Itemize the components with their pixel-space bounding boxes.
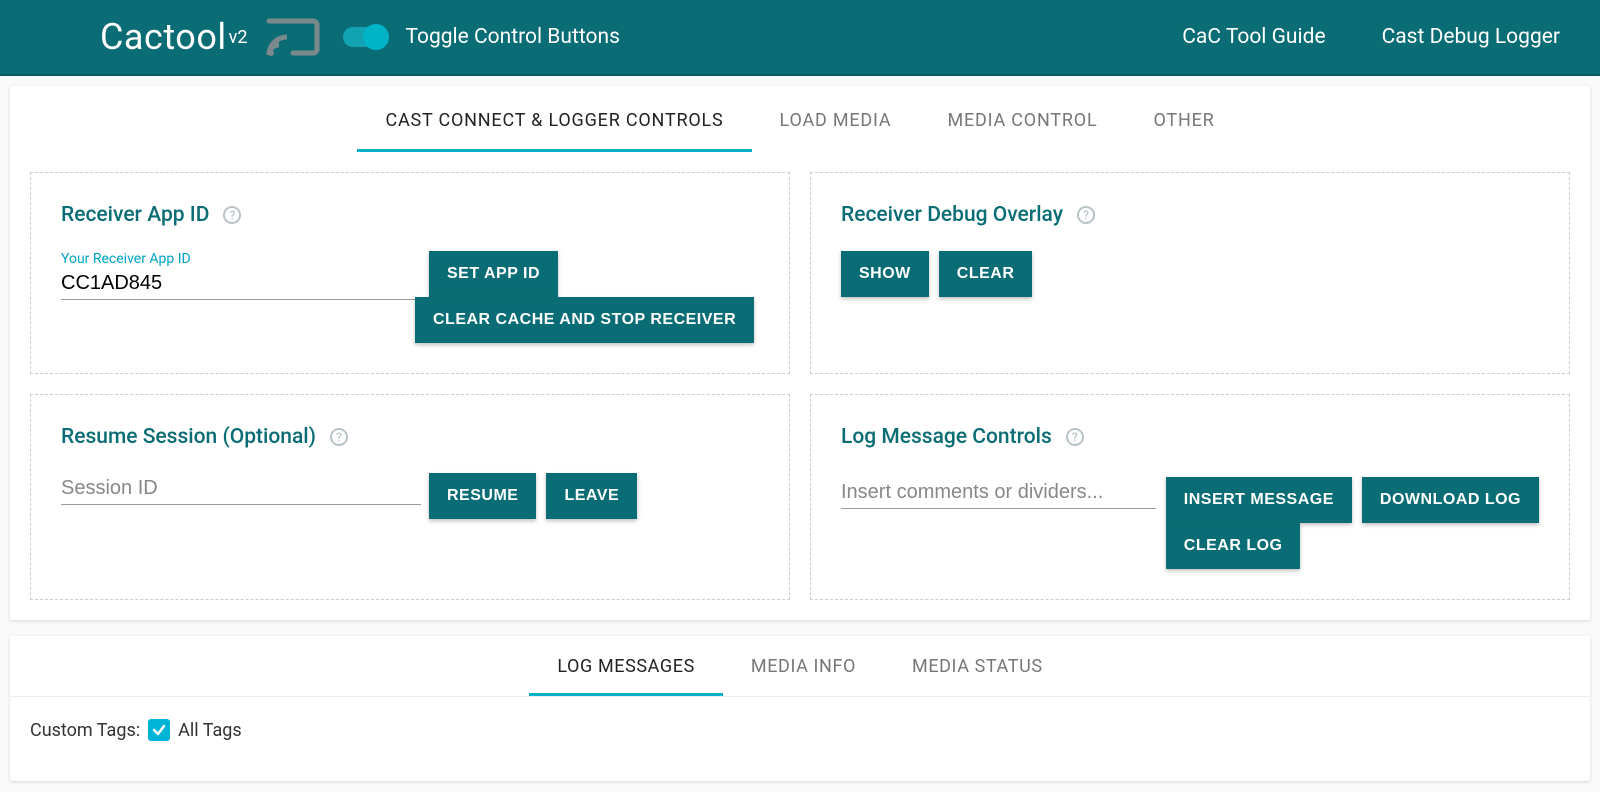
log-tabs: LOG MESSAGES MEDIA INFO MEDIA STATUS xyxy=(10,636,1590,697)
tab-media-control[interactable]: MEDIA CONTROL xyxy=(919,86,1125,152)
log-controls-title: Log Message Controls xyxy=(841,425,1052,449)
tab-media-status[interactable]: MEDIA STATUS xyxy=(884,636,1071,696)
receiver-app-id-input[interactable] xyxy=(61,268,421,300)
help-icon[interactable]: ? xyxy=(1077,206,1095,224)
main-tabs: CAST CONNECT & LOGGER CONTROLS LOAD MEDI… xyxy=(10,86,1590,152)
clear-overlay-button[interactable]: CLEAR xyxy=(939,251,1033,297)
all-tags-checkbox[interactable] xyxy=(148,719,170,741)
set-app-id-button[interactable]: SET APP ID xyxy=(429,251,558,297)
debug-overlay-title: Receiver Debug Overlay xyxy=(841,203,1063,227)
help-icon[interactable]: ? xyxy=(1066,428,1084,446)
clear-cache-stop-button[interactable]: CLEAR CACHE AND STOP RECEIVER xyxy=(415,297,754,343)
controls-card: CAST CONNECT & LOGGER CONTROLS LOAD MEDI… xyxy=(10,86,1590,620)
resume-session-panel: Resume Session (Optional) ? RESUME LEAVE xyxy=(30,394,790,600)
app-logo: Cactool xyxy=(100,16,227,58)
resume-button[interactable]: RESUME xyxy=(429,473,536,519)
receiver-app-id-panel: Receiver App ID ? Your Receiver App ID S… xyxy=(30,172,790,374)
insert-message-button[interactable]: INSERT MESSAGE xyxy=(1166,477,1352,523)
tab-other[interactable]: OTHER xyxy=(1125,86,1242,152)
log-card: LOG MESSAGES MEDIA INFO MEDIA STATUS Cus… xyxy=(10,636,1590,781)
toggle-label: Toggle Control Buttons xyxy=(405,25,619,49)
control-buttons-toggle[interactable] xyxy=(343,27,387,47)
debug-logger-link[interactable]: Cast Debug Logger xyxy=(1382,25,1560,49)
app-header: Cactool v2 Toggle Control Buttons CaC To… xyxy=(0,0,1600,76)
tab-log-messages[interactable]: LOG MESSAGES xyxy=(529,636,723,696)
receiver-app-id-title: Receiver App ID xyxy=(61,203,209,227)
tab-cast-connect[interactable]: CAST CONNECT & LOGGER CONTROLS xyxy=(357,86,751,152)
help-icon[interactable]: ? xyxy=(330,428,348,446)
session-id-input[interactable] xyxy=(61,473,421,505)
download-log-button[interactable]: DOWNLOAD LOG xyxy=(1362,477,1539,523)
tab-load-media[interactable]: LOAD MEDIA xyxy=(752,86,920,152)
cast-icon[interactable] xyxy=(265,15,321,59)
help-icon[interactable]: ? xyxy=(223,206,241,224)
show-overlay-button[interactable]: SHOW xyxy=(841,251,929,297)
receiver-app-id-field-label: Your Receiver App ID xyxy=(61,251,421,267)
app-logo-sub: v2 xyxy=(229,27,248,48)
clear-log-button[interactable]: CLEAR LOG xyxy=(1166,523,1301,569)
log-message-controls-panel: Log Message Controls ? INSERT MESSAGE DO… xyxy=(810,394,1570,600)
log-comment-input[interactable] xyxy=(841,477,1156,509)
custom-tags-label: Custom Tags: xyxy=(30,720,140,741)
leave-button[interactable]: LEAVE xyxy=(546,473,637,519)
guide-link[interactable]: CaC Tool Guide xyxy=(1182,25,1325,49)
resume-session-title: Resume Session (Optional) xyxy=(61,425,316,449)
all-tags-label: All Tags xyxy=(178,720,242,741)
tab-media-info[interactable]: MEDIA INFO xyxy=(723,636,884,696)
debug-overlay-panel: Receiver Debug Overlay ? SHOW CLEAR xyxy=(810,172,1570,374)
